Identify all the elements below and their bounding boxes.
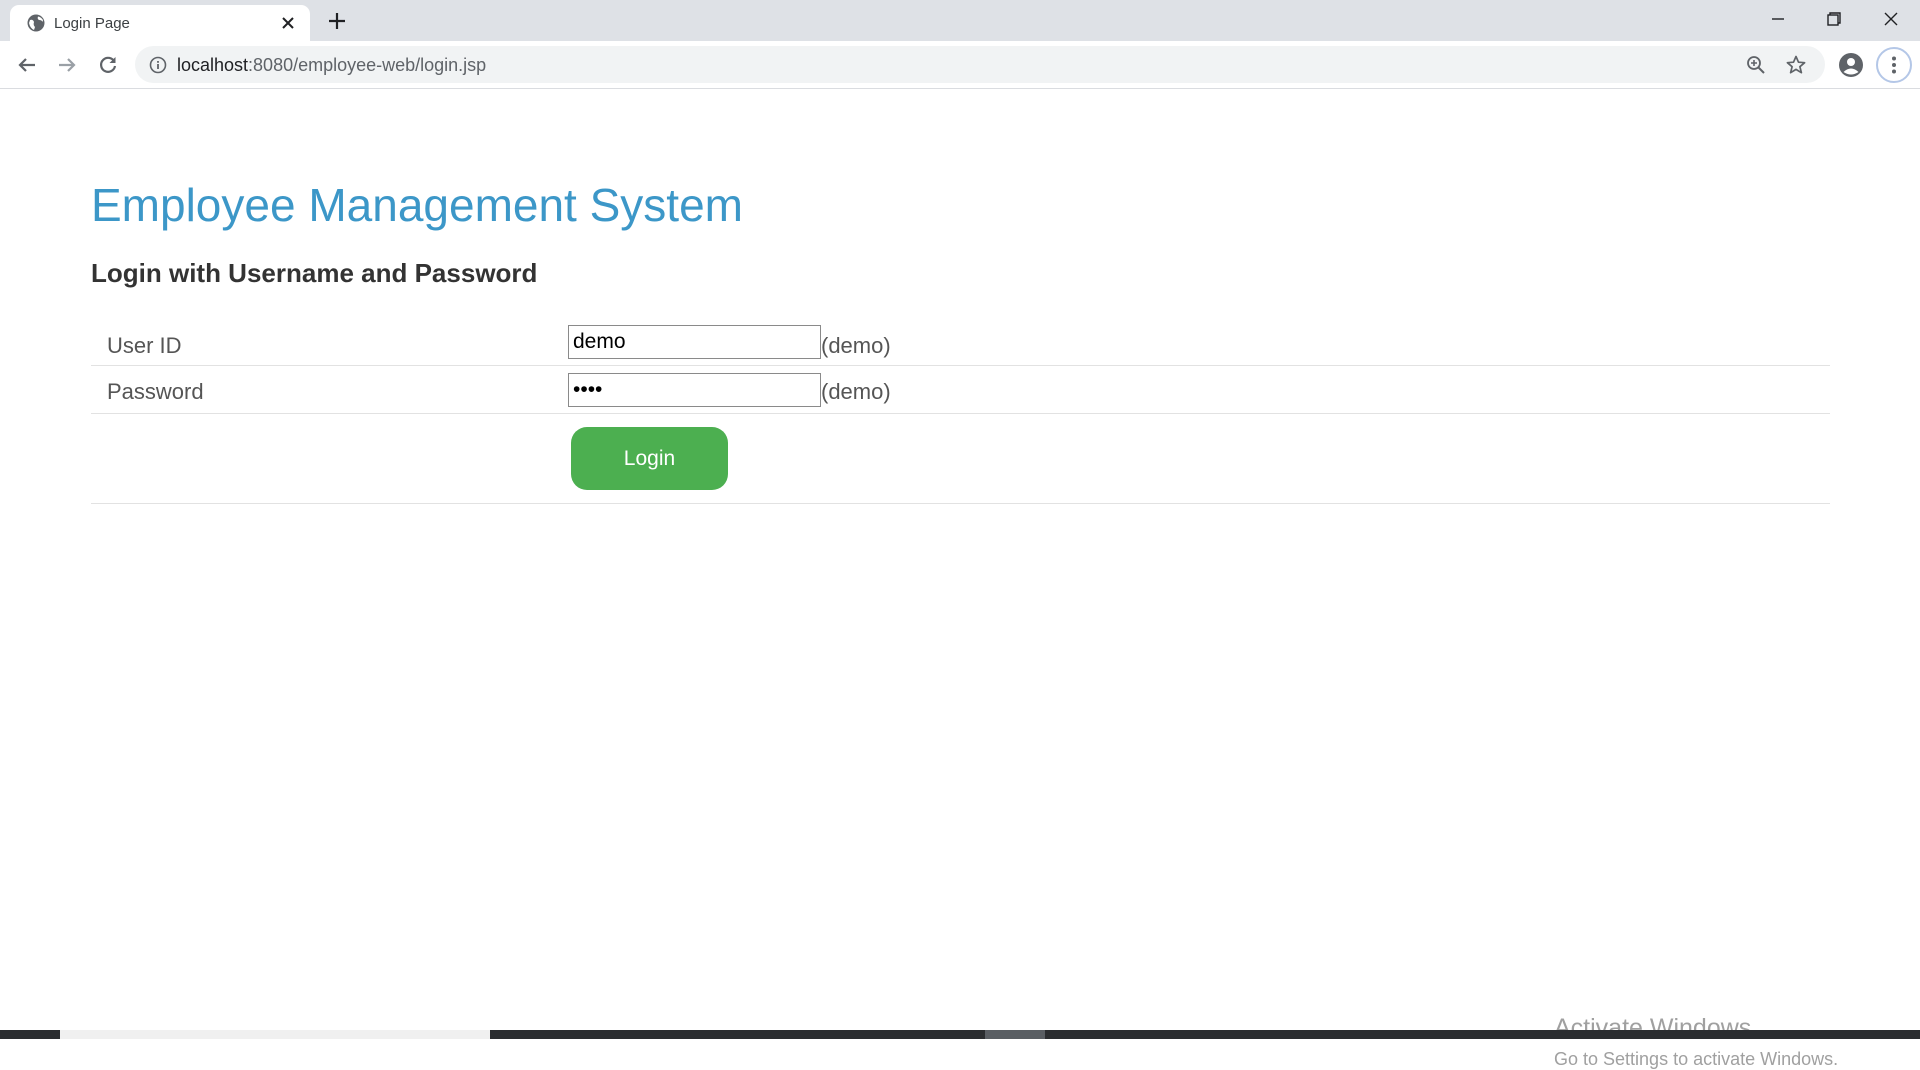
- arrow-left-icon[interactable]: [15, 53, 39, 77]
- user-id-hint: (demo): [821, 333, 891, 358]
- password-input[interactable]: [568, 373, 821, 407]
- url-path: :8080/employee-web/login.jsp: [248, 55, 487, 75]
- minimize-icon[interactable]: [1763, 6, 1793, 32]
- restore-icon[interactable]: [1818, 6, 1848, 32]
- close-window-icon[interactable]: [1876, 6, 1906, 32]
- login-subtitle: Login with Username and Password: [91, 258, 538, 288]
- reload-icon[interactable]: [96, 53, 120, 77]
- profile-icon[interactable]: [1838, 52, 1864, 78]
- address-url[interactable]: localhost:8080/employee-web/login.jsp: [177, 55, 486, 76]
- browser-tab[interactable]: Login Page: [10, 5, 310, 41]
- info-icon[interactable]: [149, 56, 167, 74]
- url-host: localhost: [177, 55, 249, 75]
- kebab-menu-icon: [1892, 56, 1896, 74]
- watermark-subtitle: Go to Settings to activate Windows.: [1554, 1049, 1839, 1069]
- star-icon[interactable]: [1785, 54, 1807, 76]
- login-button[interactable]: Login: [571, 427, 728, 490]
- activate-windows-watermark: Activate Windows Go to Settings to activ…: [1554, 1014, 1838, 1070]
- login-button-row: Login: [91, 414, 1830, 504]
- password-row: Password (demo): [91, 366, 1830, 414]
- user-id-input[interactable]: [568, 325, 821, 359]
- tab-title: Login Page: [54, 15, 130, 32]
- plus-icon[interactable]: [326, 10, 348, 32]
- taskbar-app-item[interactable]: [985, 1030, 1045, 1039]
- page-content: Employee Management System Login with Us…: [0, 90, 1920, 1069]
- taskbar-search-box[interactable]: [60, 1030, 490, 1039]
- password-hint: (demo): [821, 379, 891, 404]
- user-id-label: User ID: [107, 333, 182, 358]
- password-label: Password: [107, 379, 204, 404]
- arrow-right-icon[interactable]: [55, 53, 79, 77]
- browser-tabstrip: Login Page: [0, 0, 1920, 41]
- windows-taskbar: [0, 1030, 1920, 1039]
- browser-toolbar: localhost:8080/employee-web/login.jsp: [0, 41, 1920, 89]
- user-id-row: User ID (demo): [91, 320, 1830, 366]
- page-title: Employee Management System: [91, 179, 743, 231]
- close-icon[interactable]: [280, 15, 296, 31]
- address-bar[interactable]: localhost:8080/employee-web/login.jsp: [135, 46, 1825, 83]
- globe-icon: [27, 14, 45, 32]
- zoom-icon[interactable]: [1745, 54, 1767, 76]
- browser-menu-button[interactable]: [1876, 47, 1912, 83]
